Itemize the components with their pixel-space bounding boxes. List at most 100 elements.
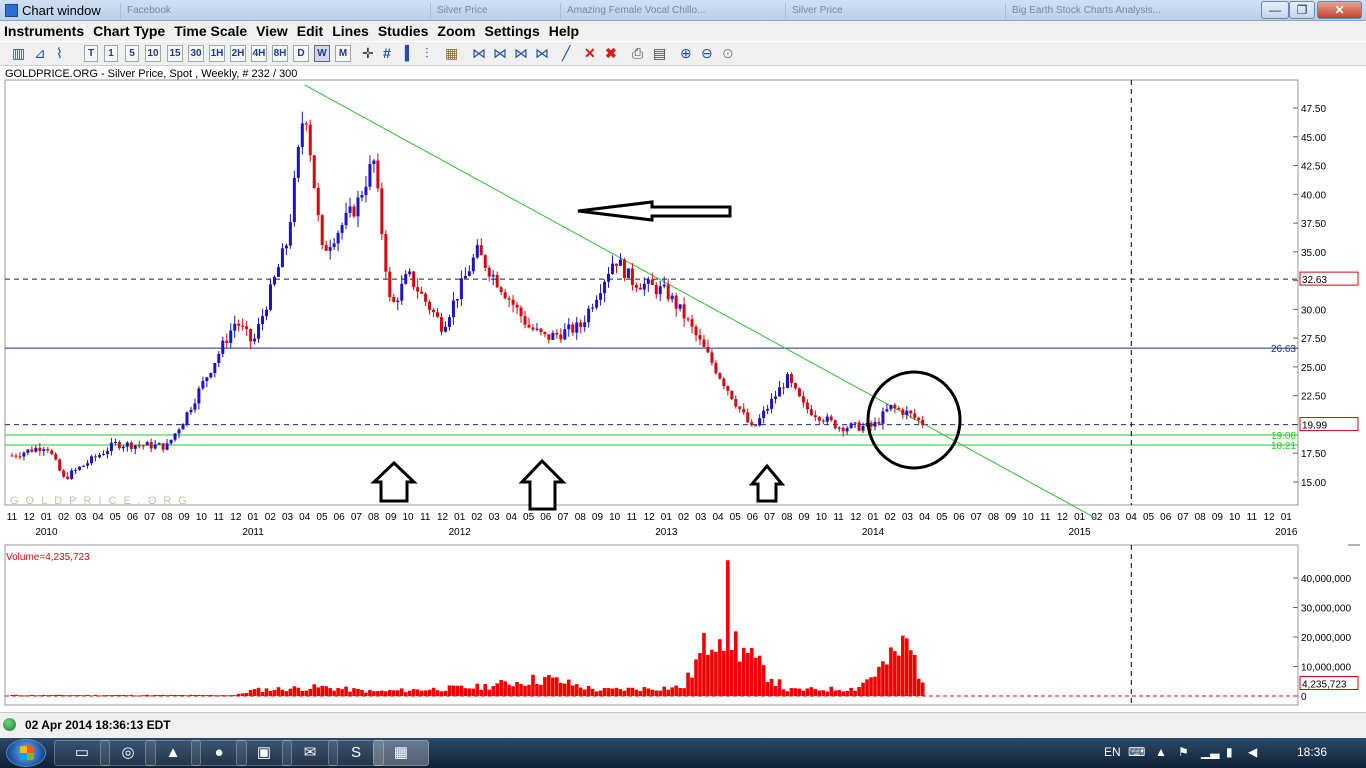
bar-chart-icon[interactable]: ⫶ xyxy=(425,44,429,62)
volume-y-label: 40,000,000 xyxy=(1301,574,1351,585)
background-tab[interactable]: Silver Price xyxy=(785,3,985,19)
volume-bar xyxy=(905,638,909,696)
menu-time-scale[interactable]: Time Scale xyxy=(170,21,252,39)
timeframe-button[interactable]: T xyxy=(84,45,98,62)
volume-bar xyxy=(288,688,293,696)
bar-chart-icon[interactable]: ▦ xyxy=(445,44,458,62)
candle-body xyxy=(133,445,137,449)
start-button[interactable] xyxy=(6,739,46,767)
signal-icon[interactable]: ▁▃ xyxy=(1201,745,1219,759)
menu-help[interactable]: Help xyxy=(545,21,584,39)
volume-bar xyxy=(193,694,197,696)
battery-icon[interactable]: ▮ xyxy=(1226,745,1233,759)
tray-arrow-icon[interactable]: ▲ xyxy=(1155,745,1167,759)
volume-bar xyxy=(920,682,925,696)
volume-bar xyxy=(129,694,134,696)
candle-body xyxy=(897,407,901,410)
zoom-out-icon[interactable]: ⊖ xyxy=(701,44,713,62)
background-tab[interactable]: Facebook xyxy=(120,3,310,19)
trendline-icon[interactable]: ⋈ xyxy=(514,44,528,62)
x-tick-label: 07 xyxy=(351,512,363,523)
candle-body xyxy=(185,412,189,425)
candle-body xyxy=(416,287,420,292)
crosshair-icon[interactable]: ✛ xyxy=(362,44,374,62)
minimize-button[interactable]: — xyxy=(1261,1,1289,19)
save-icon[interactable]: ▤ xyxy=(653,44,666,62)
print-icon[interactable]: ⎙ xyxy=(632,44,643,62)
status-icon xyxy=(3,718,16,731)
delete-all-icon[interactable]: ✖ xyxy=(605,44,617,62)
candle-body xyxy=(50,450,54,455)
menu-studies[interactable]: Studies xyxy=(374,21,434,39)
x-tick-label: 10 xyxy=(402,512,414,523)
timeframe-button[interactable]: 30 xyxy=(188,45,204,62)
menu-settings[interactable]: Settings xyxy=(481,21,545,39)
zoom-in-icon[interactable]: ⊕ xyxy=(680,44,692,62)
timeframe-button-selected[interactable]: W xyxy=(314,45,330,62)
keyboard-icon[interactable]: ⌨ xyxy=(1128,745,1145,759)
x-tick-label: 08 xyxy=(781,512,793,523)
volume-panel[interactable] xyxy=(4,544,1299,706)
x-tick-label: 01 xyxy=(661,512,673,523)
grid-icon[interactable]: ⌇ xyxy=(56,44,63,62)
trendline-icon[interactable]: ⋈ xyxy=(472,44,486,62)
chart-type-icon[interactable]: ▥ xyxy=(12,44,25,62)
flag-icon[interactable]: ⚑ xyxy=(1178,745,1189,759)
volume-bar xyxy=(610,688,615,696)
menu-chart-type[interactable]: Chart Type xyxy=(89,21,170,39)
candle-body xyxy=(774,396,778,399)
background-tab[interactable]: Amazing Female Vocal Chillo... xyxy=(560,3,770,19)
candle-body xyxy=(626,268,630,279)
price-panel[interactable] xyxy=(4,79,1299,506)
candle-body xyxy=(137,445,141,447)
timeframe-button[interactable]: 15 xyxy=(167,45,183,62)
timeframe-button[interactable]: 2H xyxy=(230,45,246,62)
volume-bar xyxy=(869,677,873,696)
menu-view[interactable]: View xyxy=(252,21,293,39)
volume-bar xyxy=(364,692,368,696)
chart-task[interactable]: ▦ xyxy=(373,740,429,766)
trendline-icon[interactable]: ⋈ xyxy=(493,44,507,62)
candle-body xyxy=(221,340,225,354)
timeframe-button[interactable]: D xyxy=(293,45,309,62)
menu-instruments[interactable]: Instruments xyxy=(0,21,89,39)
volume-icon[interactable]: ◀ xyxy=(1248,745,1257,759)
background-tab[interactable]: Big Earth Stock Charts Analysis... xyxy=(1005,3,1225,19)
candle-body xyxy=(268,284,272,310)
candle-body xyxy=(392,296,396,302)
maximize-button[interactable]: ❐ xyxy=(1289,1,1315,19)
timeframe-button[interactable]: 8H xyxy=(272,45,288,62)
background-tab[interactable]: Silver Price xyxy=(430,3,540,19)
chart-area[interactable]: GOLDPRICE.ORG - Silver Price, Spot , Wee… xyxy=(0,66,1366,712)
timeframe-button[interactable]: 4H xyxy=(251,45,267,62)
candle-body xyxy=(455,299,459,301)
zoom-reset-icon[interactable]: ⊙ xyxy=(722,44,734,62)
candle-body xyxy=(742,408,746,413)
language-indicator[interactable]: EN xyxy=(1104,745,1121,759)
fibonacci-icon[interactable]: ⋈ xyxy=(535,44,549,62)
candle-body xyxy=(304,123,308,125)
menu-edit[interactable]: Edit xyxy=(293,21,328,39)
candle-body xyxy=(86,463,90,466)
close-button[interactable]: ✕ xyxy=(1317,1,1362,19)
line-icon[interactable]: ⊿ xyxy=(34,44,46,62)
timeframe-button[interactable]: 10 xyxy=(145,45,161,62)
line-icon[interactable]: ╱ xyxy=(562,44,570,62)
candle-body xyxy=(650,279,654,285)
x-year-label: 2013 xyxy=(655,527,678,538)
timeframe-button[interactable]: M xyxy=(335,45,351,62)
menu-lines[interactable]: Lines xyxy=(328,21,374,39)
candle-body xyxy=(539,328,543,332)
candle-body xyxy=(646,279,650,284)
menu-zoom[interactable]: Zoom xyxy=(433,21,480,39)
volume-bar xyxy=(793,688,798,696)
timeframe-button[interactable]: 5 xyxy=(125,45,139,62)
bar-chart-icon[interactable]: ▍ xyxy=(405,44,416,62)
delete-icon[interactable]: ✕ xyxy=(584,44,596,62)
timeframe-button[interactable]: 1H xyxy=(209,45,225,62)
x-tick-label: 07 xyxy=(1177,512,1189,523)
timeframe-button[interactable]: 1 xyxy=(104,45,118,62)
hash-icon[interactable]: # xyxy=(383,44,391,62)
candle-body xyxy=(42,449,46,451)
candle-body xyxy=(467,271,471,276)
